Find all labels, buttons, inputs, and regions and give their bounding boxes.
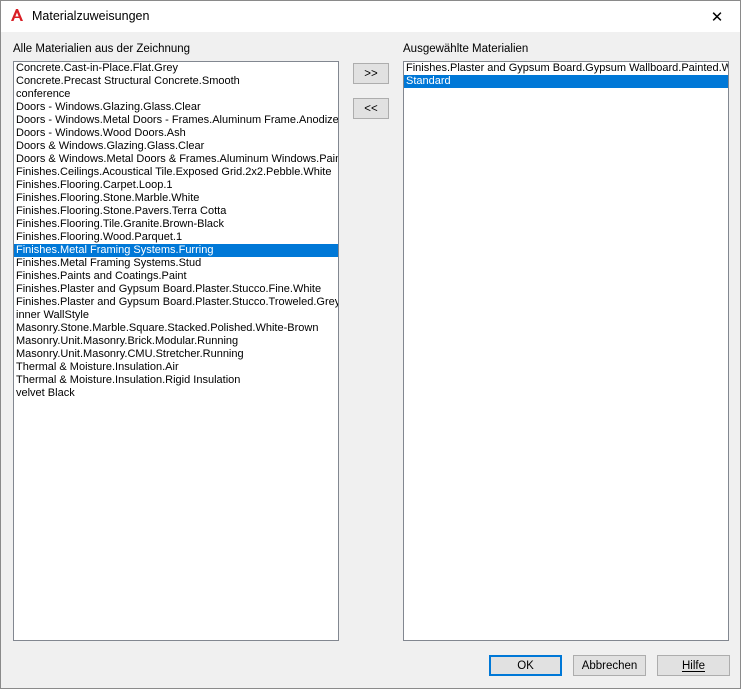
material-list-item[interactable]: Thermal & Moisture.Insulation.Rigid Insu… <box>14 374 338 387</box>
material-list-item[interactable]: Masonry.Unit.Masonry.Brick.Modular.Runni… <box>14 335 338 348</box>
help-button[interactable]: Hilfe <box>657 655 730 676</box>
material-list-item[interactable]: Finishes.Plaster and Gypsum Board.Plaste… <box>14 283 338 296</box>
close-button[interactable]: ✕ <box>694 1 740 32</box>
material-list-item[interactable]: Doors - Windows.Glazing.Glass.Clear <box>14 101 338 114</box>
window-title: Materialzuweisungen <box>32 9 150 23</box>
material-list-item[interactable]: Doors - Windows.Wood Doors.Ash <box>14 127 338 140</box>
autocad-logo-icon <box>10 8 24 22</box>
add-material-button[interactable]: >> <box>353 63 389 84</box>
all-materials-label: Alle Materialien aus der Zeichnung <box>13 43 191 55</box>
material-list-item[interactable]: Thermal & Moisture.Insulation.Air <box>14 361 338 374</box>
material-list-item[interactable]: Masonry.Unit.Masonry.CMU.Stretcher.Runni… <box>14 348 338 361</box>
help-button-label: Hilfe <box>681 659 705 672</box>
material-list-item[interactable]: Finishes.Ceilings.Acoustical Tile.Expose… <box>14 166 338 179</box>
material-list-item[interactable]: Masonry.Stone.Marble.Square.Stacked.Poli… <box>14 322 338 335</box>
ok-button[interactable]: OK <box>489 655 562 676</box>
selected-materials-label: Ausgewählte Materialien <box>403 43 529 55</box>
material-list-item[interactable]: Finishes.Metal Framing Systems.Stud <box>14 257 338 270</box>
material-list-item[interactable]: inner WallStyle <box>14 309 338 322</box>
selected-materials-listbox[interactable]: Finishes.Plaster and Gypsum Board.Gypsum… <box>403 61 729 641</box>
dialog-window: Materialzuweisungen ✕ Alle Materialien a… <box>0 0 741 689</box>
title-bar: Materialzuweisungen ✕ <box>1 1 740 32</box>
material-list-item[interactable]: velvet Black <box>14 387 338 400</box>
selected-material-list-item[interactable]: Finishes.Plaster and Gypsum Board.Gypsum… <box>404 62 728 75</box>
material-list-item[interactable]: Concrete.Cast-in-Place.Flat.Grey <box>14 62 338 75</box>
material-list-item[interactable]: Finishes.Flooring.Tile.Granite.Brown-Bla… <box>14 218 338 231</box>
material-list-item[interactable]: Finishes.Flooring.Wood.Parquet.1 <box>14 231 338 244</box>
close-icon: ✕ <box>710 8 724 26</box>
material-list-item[interactable]: Doors & Windows.Metal Doors & Frames.Alu… <box>14 153 338 166</box>
material-list-item[interactable]: Finishes.Paints and Coatings.Paint <box>14 270 338 283</box>
material-list-item[interactable]: Finishes.Flooring.Carpet.Loop.1 <box>14 179 338 192</box>
remove-material-button[interactable]: << <box>353 98 389 119</box>
material-list-item[interactable]: Doors - Windows.Metal Doors - Frames.Alu… <box>14 114 338 127</box>
all-materials-listbox[interactable]: Concrete.Cast-in-Place.Flat.Grey Concrete… <box>13 61 339 641</box>
material-list-item[interactable]: Finishes.Flooring.Stone.Marble.White <box>14 192 338 205</box>
material-list-item[interactable]: Doors & Windows.Glazing.Glass.Clear <box>14 140 338 153</box>
selected-material-list-item[interactable]: Standard <box>404 75 728 88</box>
material-list-item[interactable]: Finishes.Metal Framing Systems.Furring <box>14 244 338 257</box>
material-list-item[interactable]: Concrete.Precast Structural Concrete.Smo… <box>14 75 338 88</box>
cancel-button[interactable]: Abbrechen <box>573 655 646 676</box>
material-list-item[interactable]: conference <box>14 88 338 101</box>
material-list-item[interactable]: Finishes.Plaster and Gypsum Board.Plaste… <box>14 296 338 309</box>
material-list-item[interactable]: Finishes.Flooring.Stone.Pavers.Terra Cot… <box>14 205 338 218</box>
